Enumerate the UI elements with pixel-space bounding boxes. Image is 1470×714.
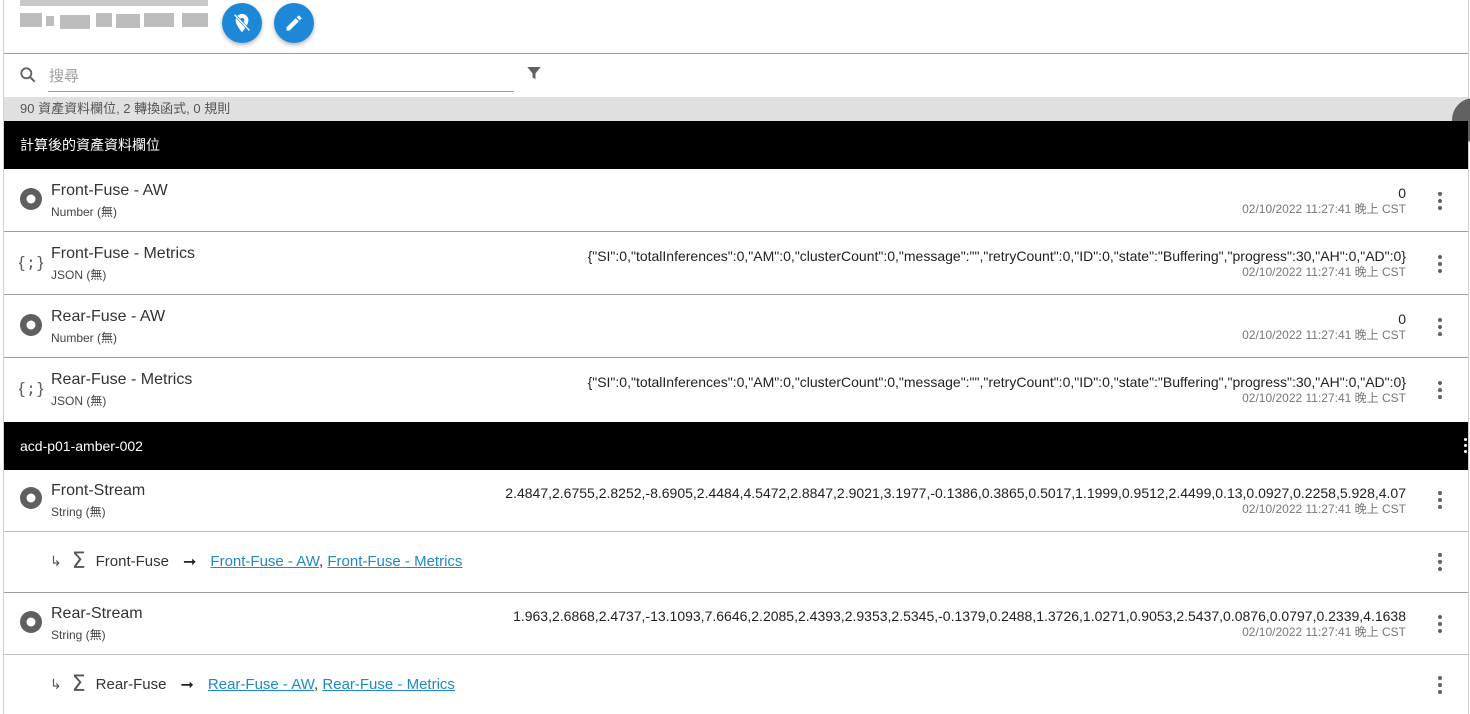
subitem-arrow-icon: ↳ — [50, 676, 62, 692]
output-link[interactable]: Rear-Fuse - AW — [208, 676, 314, 693]
field-name: Front-Fuse - AW — [51, 182, 168, 199]
pencil-icon — [286, 15, 302, 31]
field-type: JSON (無) — [51, 268, 107, 282]
blurred-asset-name — [20, 13, 208, 29]
filter-icon[interactable] — [525, 64, 543, 82]
field-timestamp: 02/10/2022 11:27:41 晚上 CST — [1242, 202, 1406, 216]
transform-row[interactable]: ↳ Σ Rear-Fuse ➞ Rear-Fuse - AW, Rear-Fus… — [4, 655, 1468, 714]
field-timestamp: 02/10/2022 11:27:41 晚上 CST — [1242, 391, 1406, 405]
search-icon — [20, 67, 36, 83]
svg-text:{;}: {;} — [19, 253, 43, 272]
section-more-icon[interactable] — [1464, 438, 1468, 454]
edit-button[interactable] — [274, 3, 314, 43]
arrow-right-icon: ➞ — [180, 676, 194, 694]
circle-number-icon — [20, 314, 42, 336]
circle-number-icon — [20, 188, 42, 210]
field-name: Rear-Fuse - AW — [51, 308, 166, 325]
pin-off-icon — [233, 13, 251, 33]
list-item[interactable]: {;} Rear-Fuse - Metrics JSON (無) {"SI":0… — [4, 358, 1468, 422]
list-item[interactable]: Rear-Stream String (無) 1.963,2.6868,2.47… — [4, 593, 1468, 655]
field-value: {"SI":0,"totalInferences":0,"AM":0,"clus… — [587, 248, 1406, 264]
asset-panel: 90 資產資料欄位, 2 轉換函式, 0 規則 計算後的資產資料欄位 Front… — [3, 0, 1470, 714]
field-value: {"SI":0,"totalInferences":0,"AM":0,"clus… — [587, 374, 1406, 390]
blurred-title — [20, 0, 208, 6]
list-item[interactable]: Front-Fuse - AW Number (無) 0 02/10/2022 … — [4, 169, 1468, 232]
section-header: acd-p01-amber-002 — [4, 422, 1468, 470]
more-options-icon[interactable] — [1436, 676, 1444, 694]
output-link[interactable]: Rear-Fuse - Metrics — [322, 676, 455, 693]
unpin-button[interactable] — [222, 3, 262, 43]
field-type: String (無) — [51, 505, 106, 519]
more-options-icon[interactable] — [1436, 381, 1444, 399]
field-name: Rear-Fuse - Metrics — [51, 371, 193, 388]
summary-counts: 90 資產資料欄位, 2 轉換函式, 0 規則 — [4, 97, 1468, 121]
sigma-icon: Σ — [71, 549, 86, 574]
field-name: Rear-Stream — [51, 605, 143, 622]
section-header: 計算後的資產資料欄位 — [4, 121, 1468, 169]
list-item[interactable]: Front-Stream String (無) 2.4847,2.6755,2.… — [4, 470, 1468, 532]
json-braces-icon: {;} — [19, 379, 43, 398]
field-type: Number (無) — [51, 205, 118, 219]
section-title: 計算後的資產資料欄位 — [20, 137, 160, 153]
json-braces-icon: {;} — [19, 253, 43, 272]
arrow-right-icon: ➞ — [183, 553, 197, 571]
field-timestamp: 02/10/2022 11:27:41 晚上 CST — [1242, 328, 1406, 342]
more-options-icon[interactable] — [1436, 553, 1444, 571]
circle-number-icon — [20, 611, 42, 633]
field-name: Front-Stream — [51, 482, 146, 499]
more-options-icon[interactable] — [1436, 255, 1444, 273]
search-input[interactable] — [48, 62, 514, 92]
field-timestamp: 02/10/2022 11:27:41 晚上 CST — [1242, 625, 1406, 639]
field-timestamp: 02/10/2022 11:27:41 晚上 CST — [1242, 265, 1406, 279]
subitem-arrow-icon: ↳ — [50, 553, 62, 569]
field-value: 0 — [1398, 185, 1406, 201]
transform-name: Front-Fuse — [95, 553, 169, 570]
field-value: 0 — [1398, 311, 1406, 327]
field-type: Number (無) — [51, 331, 118, 345]
circle-number-icon — [20, 487, 42, 509]
sigma-icon: Σ — [71, 672, 86, 697]
field-type: String (無) — [51, 628, 106, 642]
field-value: 2.4847,2.6755,2.8252,-8.6905,2.4484,4.54… — [505, 485, 1406, 501]
output-link[interactable]: Front-Fuse - AW — [210, 553, 319, 570]
field-value: 1.963,2.6868,2.4737,-13.1093,7.6646,2.20… — [513, 608, 1406, 624]
transform-name: Rear-Fuse — [95, 676, 167, 693]
list-item[interactable]: {;} Front-Fuse - Metrics JSON (無) {"SI":… — [4, 232, 1468, 295]
field-name: Front-Fuse - Metrics — [51, 245, 196, 262]
field-type: JSON (無) — [51, 394, 107, 408]
more-options-icon[interactable] — [1436, 491, 1444, 509]
svg-text:{;}: {;} — [19, 379, 43, 398]
list-item[interactable]: Rear-Fuse - AW Number (無) 0 02/10/2022 1… — [4, 295, 1468, 358]
transform-row[interactable]: ↳ Σ Front-Fuse ➞ Front-Fuse - AW, Front-… — [4, 532, 1468, 593]
more-options-icon[interactable] — [1436, 192, 1444, 210]
field-timestamp: 02/10/2022 11:27:41 晚上 CST — [1242, 502, 1406, 516]
search-bar — [4, 55, 1468, 97]
more-options-icon[interactable] — [1436, 615, 1444, 633]
asset-header — [4, 0, 1468, 54]
more-options-icon[interactable] — [1436, 318, 1444, 336]
section-title: acd-p01-amber-002 — [20, 438, 143, 454]
output-link[interactable]: Front-Fuse - Metrics — [327, 553, 462, 570]
